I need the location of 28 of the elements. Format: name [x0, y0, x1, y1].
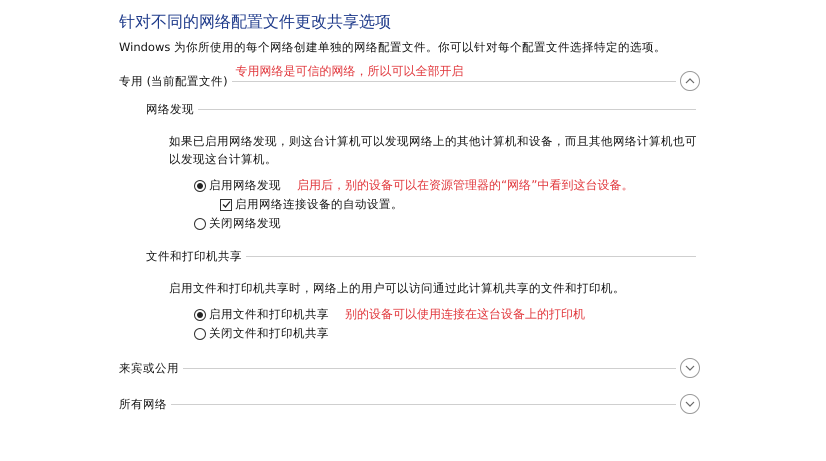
- option-label: 启用网络发现: [209, 178, 281, 193]
- radio-button[interactable]: [194, 180, 206, 192]
- page-description: Windows 为你所使用的每个网络创建单独的网络配置文件。你可以针对每个配置文件选择特定的选项。: [119, 39, 667, 56]
- chevron-icon: [685, 78, 695, 84]
- expand-button[interactable]: [680, 358, 700, 378]
- option-label: 启用网络连接设备的自动设置。: [235, 197, 403, 212]
- profile-label: 所有网络: [119, 396, 167, 412]
- profile-label: 来宾或公用: [119, 360, 179, 376]
- radio-button[interactable]: [194, 308, 206, 320]
- annotation-note: 别的设备可以使用连接在这台设备上的打印机: [345, 306, 585, 323]
- chevron-icon: [685, 401, 695, 407]
- checkbox[interactable]: [220, 198, 232, 210]
- section-description: 启用文件和打印机共享时，网络上的用户可以访问通过此计算机共享的文件和打印机。: [169, 280, 626, 297]
- option-label: 关闭文件和打印机共享: [209, 326, 329, 341]
- option-label: 关闭网络发现: [209, 216, 281, 231]
- chevron-icon: [685, 365, 695, 371]
- section-description: 如果已启用网络发现，则这台计算机可以发现网络上的其他计算机和设备，而且其他网络计算机也可以发现这台计算机。: [169, 133, 697, 168]
- expand-button[interactable]: [680, 394, 700, 414]
- profile-label: 专用 (当前配置文件): [119, 74, 228, 88]
- section-heading: 网络发现: [146, 102, 194, 116]
- radio-button[interactable]: [194, 218, 206, 230]
- option-label: 启用文件和打印机共享: [209, 307, 329, 322]
- section-heading: 文件和打印机共享: [146, 248, 242, 264]
- annotation-note: 启用后，别的设备可以在资源管理器的“网络”中看到这台设备。: [297, 177, 634, 194]
- collapse-button[interactable]: [680, 71, 700, 91]
- page-title: 针对不同的网络配置文件更改共享选项: [119, 11, 392, 33]
- annotation-note: 专用网络是可信的网络，所以可以全部开启: [236, 62, 464, 80]
- radio-button[interactable]: [194, 328, 206, 340]
